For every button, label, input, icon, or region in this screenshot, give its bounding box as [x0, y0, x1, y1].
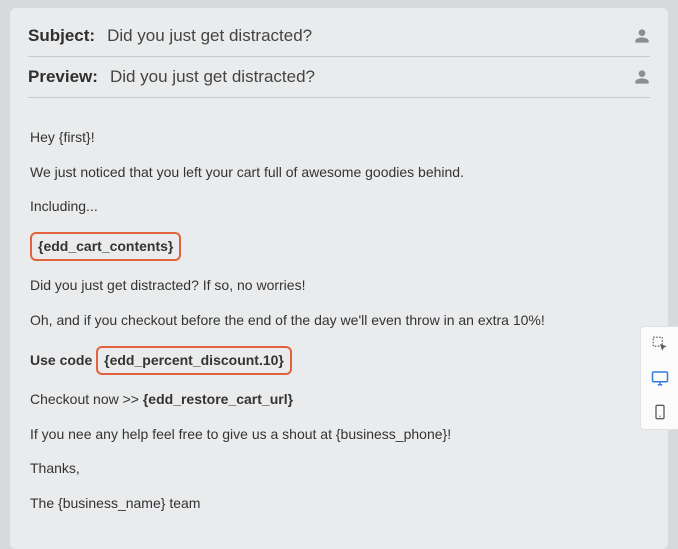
body-line: If you nee any help feel free to give us… [30, 425, 648, 445]
merge-token-restore-url: {edd_restore_cart_url} [143, 391, 293, 407]
subject-row: Subject: Did you just get distracted? [28, 16, 650, 57]
preview-label: Preview: [28, 67, 98, 87]
subject-label: Subject: [28, 26, 95, 46]
merge-token-discount: {edd_percent_discount.10} [96, 346, 292, 376]
body-line: The {business_name} team [30, 494, 648, 514]
person-icon[interactable] [634, 69, 650, 85]
body-line: Oh, and if you checkout before the end o… [30, 311, 648, 331]
email-body[interactable]: Hey {first}! We just noticed that you le… [28, 98, 650, 514]
body-line: We just noticed that you left your cart … [30, 163, 648, 183]
mobile-view-button[interactable] [641, 395, 678, 429]
checkout-prefix: Checkout now >> [30, 391, 143, 407]
body-line: Hey {first}! [30, 128, 648, 148]
preview-row: Preview: Did you just get distracted? [28, 57, 650, 98]
subject-value[interactable]: Did you just get distracted? [103, 26, 626, 46]
body-line: Did you just get distracted? If so, no w… [30, 276, 648, 296]
person-icon[interactable] [634, 28, 650, 44]
body-line: Thanks, [30, 459, 648, 479]
view-toolbar [640, 326, 678, 430]
body-line: Checkout now >> {edd_restore_cart_url} [30, 390, 648, 410]
body-line: Use code {edd_percent_discount.10} [30, 346, 648, 376]
merge-token-cart-contents: {edd_cart_contents} [30, 232, 181, 262]
body-line: {edd_cart_contents} [30, 232, 648, 262]
email-editor-panel: Subject: Did you just get distracted? Pr… [10, 8, 668, 549]
element-picker-button[interactable] [641, 327, 678, 361]
preview-value[interactable]: Did you just get distracted? [106, 67, 626, 87]
use-code-prefix: Use code [30, 352, 96, 368]
desktop-view-button[interactable] [641, 361, 678, 395]
body-line: Including... [30, 197, 648, 217]
